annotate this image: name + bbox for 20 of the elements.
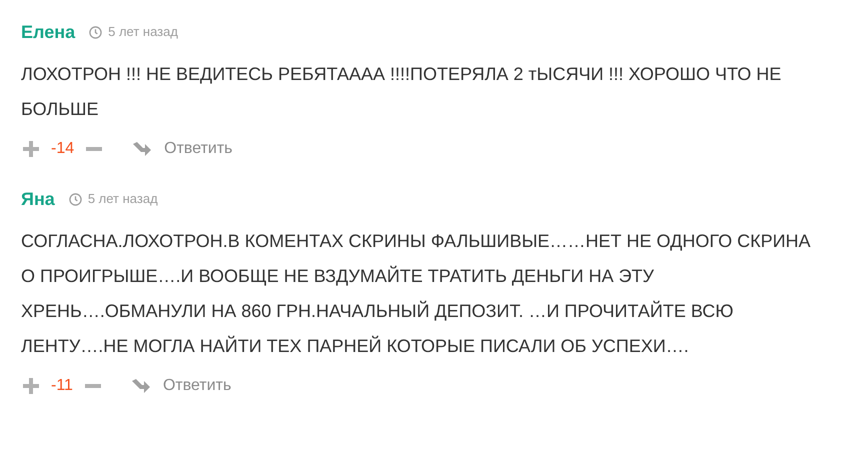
timestamp: 5 лет назад [108, 23, 178, 42]
upvote-button[interactable] [21, 139, 41, 159]
minus-icon [85, 147, 104, 151]
author-name: Елена [21, 20, 76, 44]
comment-text: ЛОХОТРОН !!! НЕ ВЕДИТЕСЬ РЕБЯТАААА !!!!ПОТЕРЯЛА 2 тЫСЯЧИ !!! ХОРОШО ЧТО НЕ БОЛЬШЕ [21, 63, 782, 121]
minus-icon [84, 384, 102, 388]
plus-icon [22, 377, 40, 395]
reply-link[interactable]: Ответить [162, 374, 232, 398]
upvote-button[interactable] [21, 376, 41, 396]
plus-icon [22, 140, 40, 158]
reply-arrow-icon [132, 141, 152, 157]
rating-score: -11 [51, 376, 73, 396]
reply-arrow-icon [130, 378, 151, 394]
timestamp: 5 лет назад [88, 190, 158, 208]
rating-score: -14 [51, 139, 74, 159]
reply-link[interactable]: Ответить [164, 137, 233, 161]
clock-icon [68, 192, 82, 206]
clock-icon [89, 26, 102, 38]
comment-text: СОГЛАСНА.ЛОХОТРОН.В КОМЕНТАХ СКРИНЫ ФАЛЬШИВЫЕ……НЕТ НЕ ОДНОГО СКРИНА О ПРОИГРЫШЕ….И ВООБЩЕ НЕ ВЗДУМАЙТЕ ТРАТИТЬ ДЕНЬГИ НА ЭТУ ХРЕНЬ….ОБМАНУЛИ НА 860 ГРН.НАЧАЛЬНЫЙ ДЕПОЗИТ. …И ПРОЧИТАЙТЕ ВСЮ ЛЕНТУ….НЕ МОГЛА НАЙТИ ТЕХ ПАРНЕЙ КОТОРЫЕ ПИСАЛИ ОБ УСПЕХИ…. [21, 230, 812, 358]
author-name: Яна [21, 188, 55, 210]
